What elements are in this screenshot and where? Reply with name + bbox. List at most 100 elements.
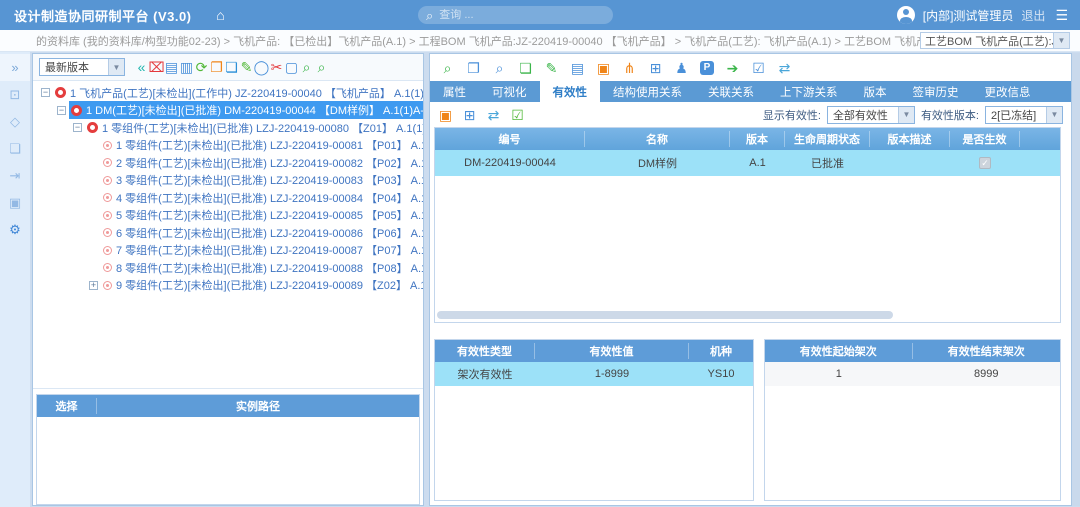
sidebar-item-remote-desktop[interactable]: ▣ xyxy=(0,189,30,216)
doc-check-icon[interactable]: ☑ xyxy=(751,61,766,75)
show-validity-select[interactable]: 全部有效性 ▼ xyxy=(827,106,915,124)
tab-1[interactable]: 属性 xyxy=(430,81,479,102)
forward-arrow-icon[interactable]: ➔ xyxy=(725,61,740,75)
collapse-icon[interactable]: − xyxy=(41,88,50,97)
tree-node-label[interactable]: 7 零组件(工艺)[未检出](已批准) LZJ-220419-00087 【P0… xyxy=(116,242,423,258)
tree-node[interactable]: 4 零组件(工艺)[未检出](已批准) LZJ-220419-00084 【P0… xyxy=(37,189,423,207)
validity-version-select[interactable]: 2[已冻结] ▼ xyxy=(985,106,1063,124)
edit-doc-icon[interactable]: ✎ xyxy=(544,61,559,75)
tree-node-label[interactable]: 3 零组件(工艺)[未检出](已批准) LZJ-220419-00083 【P0… xyxy=(116,172,423,188)
tree-node[interactable]: 3 零组件(工艺)[未检出](已批准) LZJ-220419-00083 【P0… xyxy=(37,172,423,190)
tree-node[interactable]: − 1 DM(工艺)[未检出](已批准) DM-220419-00044 【DM样… xyxy=(37,102,423,120)
sidebar-item-collapse-sidebar[interactable]: » xyxy=(0,54,30,81)
folder-open-icon[interactable]: ❏ xyxy=(224,60,239,74)
sidebar-item-product-3d[interactable]: ◇ xyxy=(0,108,30,135)
cut-icon[interactable]: ✂ xyxy=(269,60,284,74)
sidebar-item-workspace-monitor[interactable]: ⊡ xyxy=(0,81,30,108)
column-header[interactable]: 是否生效 xyxy=(950,131,1020,147)
transfer-icon[interactable]: ⇄ xyxy=(486,108,501,122)
tree-node[interactable]: 1 零组件(工艺)[未检出](已批准) LZJ-220419-00081 【P0… xyxy=(37,137,423,155)
duplicate-icon[interactable]: ❐ xyxy=(209,60,224,74)
column-header[interactable]: 名称 xyxy=(585,131,730,147)
refresh-icon[interactable]: ⟳ xyxy=(194,60,209,74)
tree-node-label[interactable]: 2 零组件(工艺)[未检出](已批准) LZJ-220419-00082 【P0… xyxy=(116,155,423,171)
p-badge-icon[interactable]: P xyxy=(700,61,714,75)
collapse-icon[interactable]: − xyxy=(57,106,66,115)
column-header[interactable]: 编号 xyxy=(435,131,585,147)
doc-search-icon[interactable]: ⌕ xyxy=(492,61,507,75)
vertical-scrollbar[interactable] xyxy=(1072,53,1080,506)
clipboard-icon[interactable]: ▤ xyxy=(570,61,585,75)
tree-node[interactable]: 5 零组件(工艺)[未检出](已批准) LZJ-220419-00085 【P0… xyxy=(37,207,423,225)
tree-node-label[interactable]: 1 飞机产品(工艺)[未检出](工作中) JZ-220419-00040 【飞机… xyxy=(70,85,423,101)
tab-7[interactable]: 版本 xyxy=(851,81,900,102)
users-icon[interactable]: ♟ xyxy=(674,61,689,75)
search-input[interactable] xyxy=(439,9,579,21)
save-icon[interactable]: ▣ xyxy=(438,108,453,122)
column-header[interactable]: 有效性类型 xyxy=(435,343,535,359)
tree-node-label[interactable]: 4 零组件(工艺)[未检出](已批准) LZJ-220419-00084 【P0… xyxy=(116,190,423,206)
zoom-in-icon[interactable]: ⌕ xyxy=(299,60,314,74)
tree-node[interactable]: 6 零组件(工艺)[未检出](已批准) LZJ-220419-00086 【P0… xyxy=(37,224,423,242)
horizontal-scrollbar[interactable] xyxy=(437,311,893,319)
expand-icon[interactable]: + xyxy=(89,281,98,290)
tree-node-label[interactable]: 1 零组件(工艺)[未检出](已批准) LZJ-220419-00080 【Z0… xyxy=(102,120,423,136)
tab-9[interactable]: 更改信息 xyxy=(972,81,1044,102)
doc-checkin-icon[interactable]: ▥ xyxy=(179,60,194,74)
paste-add-icon[interactable]: ❏ xyxy=(518,61,533,75)
copy-add-icon[interactable]: ❐ xyxy=(466,61,481,75)
tree-node[interactable]: 2 零组件(工艺)[未检出](已批准) LZJ-220419-00082 【P0… xyxy=(37,154,423,172)
chevron-down-icon[interactable]: ▼ xyxy=(898,107,914,123)
tab-2[interactable]: 可视化 xyxy=(479,81,540,102)
column-header[interactable]: 机种 xyxy=(689,343,753,359)
column-header[interactable]: 有效性值 xyxy=(535,343,689,359)
column-header[interactable]: 生命周期状态 xyxy=(785,131,870,147)
doc-add-icon[interactable]: ⊞ xyxy=(462,108,477,122)
edit-icon[interactable]: ✎ xyxy=(239,60,254,74)
detach-node-icon[interactable]: « xyxy=(134,60,149,74)
column-header[interactable]: 选择 xyxy=(37,398,97,414)
menu-icon[interactable]: ☰ xyxy=(1055,7,1068,24)
doc-check-icon[interactable]: ☑ xyxy=(510,108,525,122)
tab-8[interactable]: 签审历史 xyxy=(900,81,972,102)
global-search[interactable]: ⌕ xyxy=(418,6,613,24)
column-header[interactable]: 有效性起始架次 xyxy=(765,343,913,359)
tab-5[interactable]: 关联关系 xyxy=(695,81,767,102)
chevron-down-icon[interactable]: ▼ xyxy=(1046,107,1062,123)
tab-4[interactable]: 结构使用关系 xyxy=(600,81,695,102)
column-header[interactable]: 实例路径 xyxy=(97,398,419,414)
table-row[interactable]: DM-220419-00044DM样例A.1已批准✓ xyxy=(435,150,1060,176)
tree-node-label[interactable]: 8 零组件(工艺)[未检出](已批准) LZJ-220419-00088 【P0… xyxy=(116,260,423,276)
transfer-icon[interactable]: ⇄ xyxy=(777,61,792,75)
sync-circle-icon[interactable]: ◯ xyxy=(254,60,269,74)
tree-node[interactable]: − 1 飞机产品(工艺)[未检出](工作中) JZ-220419-00040 【飞… xyxy=(37,84,423,102)
column-header[interactable]: 版本 xyxy=(730,131,785,147)
tree-node-label[interactable]: 1 DM(工艺)[未检出](已批准) DM-220419-00044 【DM样例… xyxy=(86,102,423,118)
tree-node[interactable]: −1 零组件(工艺)[未检出](已批准) LZJ-220419-00080 【Z… xyxy=(37,119,423,137)
sidebar-item-layers[interactable]: ❏ xyxy=(0,135,30,162)
doc-add-icon[interactable]: ⊞ xyxy=(648,61,663,75)
bom-context-select[interactable]: 工艺BOM 飞机产品(工艺):JZ... ▼ xyxy=(920,32,1070,49)
hierarchy-icon[interactable]: ⋔ xyxy=(622,61,637,75)
chevron-down-icon[interactable]: ▼ xyxy=(108,59,124,75)
tree-node[interactable]: 8 零组件(工艺)[未检出](已批准) LZJ-220419-00088 【P0… xyxy=(37,259,423,277)
chevron-down-icon[interactable]: ▼ xyxy=(1053,33,1069,48)
sidebar-item-team-config[interactable]: ⚙ xyxy=(0,216,30,243)
tab-6[interactable]: 上下游关系 xyxy=(767,81,851,102)
marquee-select-icon[interactable]: ▢ xyxy=(284,60,299,74)
user-avatar-icon[interactable] xyxy=(897,6,915,24)
tab-3[interactable]: 有效性 xyxy=(540,81,601,102)
table-row[interactable]: 18999 xyxy=(765,362,1060,386)
doc-checkout-icon[interactable]: ▤ xyxy=(164,60,179,74)
tree-node-label[interactable]: 6 零组件(工艺)[未检出](已批准) LZJ-220419-00086 【P0… xyxy=(116,225,423,241)
column-header[interactable]: 版本描述 xyxy=(870,131,950,147)
column-header[interactable]: 有效性结束架次 xyxy=(913,343,1061,359)
tree-node[interactable]: +9 零组件(工艺)[未检出](已批准) LZJ-220419-00089 【Z… xyxy=(37,277,423,295)
delete-icon[interactable]: ⌧ xyxy=(149,60,164,74)
sidebar-item-import[interactable]: ⇥ xyxy=(0,162,30,189)
effective-checkbox[interactable]: ✓ xyxy=(979,157,991,169)
save-icon[interactable]: ▣ xyxy=(596,61,611,75)
table-row[interactable]: 架次有效性1-8999YS10 xyxy=(435,362,753,386)
version-select[interactable]: 最新版本 ▼ xyxy=(39,58,125,76)
logout-link[interactable]: 退出 xyxy=(1021,7,1045,24)
